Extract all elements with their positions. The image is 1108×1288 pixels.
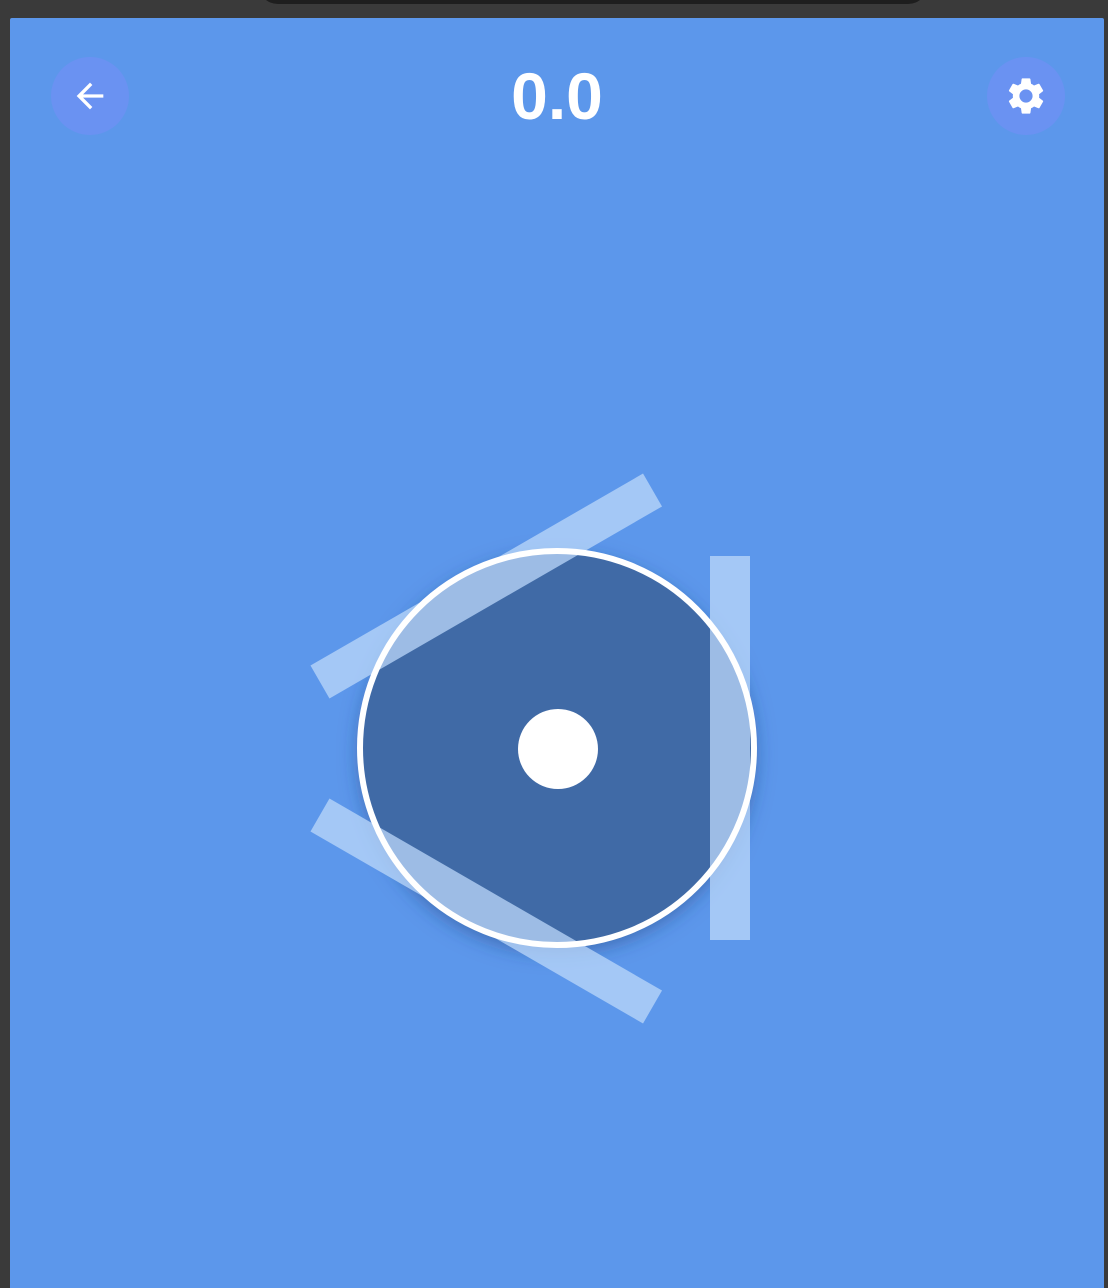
game-board[interactable] [10,18,1104,1288]
ball [518,709,598,789]
paddle-right[interactable] [710,556,750,940]
game-screen: 0.0 [10,18,1104,1288]
device-notch [258,0,928,4]
device-frame: 0.0 [0,0,1108,1288]
